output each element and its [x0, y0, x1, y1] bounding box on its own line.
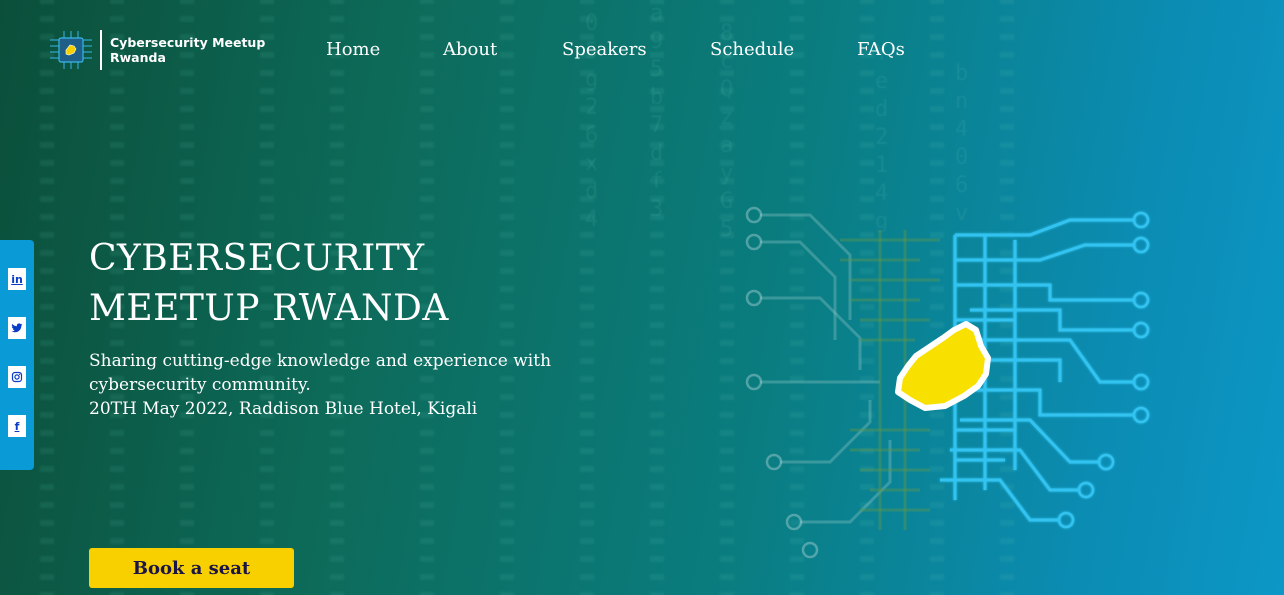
brand-logo[interactable]: Cybersecurity Meetup Rwanda: [48, 30, 270, 70]
linkedin-icon[interactable]: in: [8, 268, 26, 290]
hero-title-line2: MEETUP RWANDA: [89, 288, 449, 329]
brand-name: Cybersecurity Meetup Rwanda: [110, 35, 270, 65]
nav-speakers[interactable]: Speakers: [562, 39, 647, 60]
hero-title: CYBERSECURITY MEETUP RWANDA: [89, 234, 609, 334]
twitter-bird-glyph: [11, 323, 23, 333]
book-seat-button[interactable]: Book a seat: [89, 548, 294, 588]
nav-schedule[interactable]: Schedule: [710, 39, 794, 60]
circuit-chip-rwanda-map-icon: [50, 31, 92, 69]
circuit-board-rwanda-map-icon: [745, 206, 1150, 559]
nav-about[interactable]: About: [443, 39, 497, 60]
site-header: Cybersecurity Meetup Rwanda Home About S…: [0, 0, 1284, 100]
nav-faqs[interactable]: FAQs: [857, 39, 905, 60]
facebook-icon[interactable]: f: [8, 415, 26, 437]
hero-date-venue: 20TH May 2022, Raddison Blue Hotel, Kiga…: [89, 399, 478, 419]
twitter-icon[interactable]: [8, 317, 26, 339]
hero-title-line1: CYBERSECURITY: [89, 238, 425, 279]
instagram-glyph: [11, 371, 23, 383]
hero-description: Sharing cutting-edge knowledge and exper…: [89, 351, 552, 395]
brand-name-line2: Rwanda: [110, 50, 166, 65]
brand-name-line1: Cybersecurity Meetup: [110, 35, 266, 50]
nav-home[interactable]: Home: [326, 39, 380, 60]
logo-divider: [100, 30, 102, 70]
social-sidebar: in f: [0, 240, 34, 470]
instagram-icon[interactable]: [8, 366, 26, 388]
